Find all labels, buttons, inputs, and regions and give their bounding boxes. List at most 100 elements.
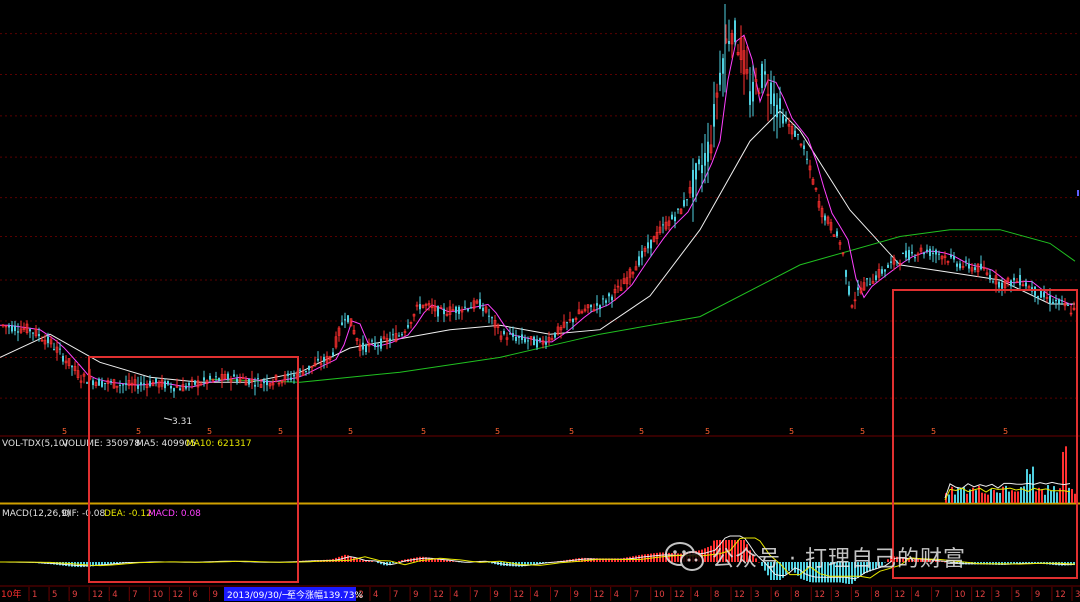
macd-histogram-bar — [65, 562, 67, 566]
event-marker[interactable]: 5 — [1003, 427, 1008, 436]
moving-average-lines — [0, 34, 1076, 388]
candle-body — [1037, 296, 1039, 298]
event-markers: 5 5 5 5 5 5 5 5 5 5 5 5 5 5 — [62, 427, 1008, 436]
macd-histogram-bar — [857, 562, 859, 579]
macd-histogram-bar — [677, 553, 679, 562]
x-tick-label: 12 — [814, 590, 825, 600]
macd-histogram-bar — [851, 562, 853, 584]
date-bar-date[interactable]: 2013/09/30/一 — [227, 591, 291, 601]
candle-body — [539, 338, 541, 341]
candle-body — [341, 322, 343, 325]
candle-body — [233, 374, 235, 377]
candle-body — [317, 358, 319, 361]
candle-body — [209, 375, 211, 380]
candle-body — [536, 339, 538, 348]
candle-body — [389, 338, 391, 342]
macd-macd-value: MACD: 0.08 — [148, 509, 201, 519]
event-marker[interactable]: 5 — [62, 427, 67, 436]
macd-histogram-bar — [878, 562, 880, 568]
candle-body — [1013, 277, 1015, 281]
macd-histogram-bar — [674, 553, 676, 562]
vol-indicator-name[interactable]: VOL-TDX(5,10) — [2, 439, 68, 449]
candle-body — [299, 369, 301, 371]
volume-bar — [1050, 490, 1052, 503]
event-marker[interactable]: 5 — [207, 427, 212, 436]
macd-indicator-name[interactable]: MACD(12,26,9) — [2, 509, 70, 519]
candle-body — [566, 322, 568, 324]
x-tick-label: 12 — [975, 590, 986, 600]
event-marker[interactable]: 5 — [705, 427, 710, 436]
x-tick-label: 8 — [794, 590, 799, 600]
event-marker[interactable]: 5 — [789, 427, 794, 436]
x-tick-label: 12 — [594, 590, 605, 600]
vol-volume-value: VOLUME: 350978 — [62, 439, 140, 449]
macd-histogram-bar — [722, 540, 724, 562]
candle-body — [293, 374, 295, 377]
candle-body — [344, 319, 346, 321]
macd-histogram-bar — [761, 562, 763, 566]
event-marker[interactable]: 5 — [136, 427, 141, 436]
stock-chart[interactable]: 5 5 5 5 5 5 5 5 5 5 5 5 5 5 3.31 VOL-TDX(5,10) VOLUME… — [0, 0, 1080, 602]
macd-dif-line — [0, 535, 1076, 580]
x-tick-label: 4 — [694, 590, 699, 600]
event-marker[interactable]: 5 — [278, 427, 283, 436]
candle-body — [887, 264, 889, 268]
candle-body — [884, 269, 886, 272]
x-tick-label: 4 — [112, 590, 117, 600]
candle-body — [518, 336, 520, 338]
candle-body — [869, 284, 871, 286]
x-tick-label: 9 — [493, 590, 498, 600]
candle-body — [764, 71, 766, 75]
candle-body — [254, 384, 256, 387]
candle-body — [722, 58, 724, 74]
macd-histogram-bar — [746, 544, 748, 562]
volume-bar — [1011, 490, 1013, 503]
volume-bar — [1023, 486, 1025, 503]
volume-bar — [990, 488, 992, 503]
event-marker[interactable]: 5 — [569, 427, 574, 436]
candle-body — [932, 253, 934, 255]
volume-bar — [981, 492, 983, 503]
macd-panel — [0, 535, 1076, 584]
macd-histogram-bar — [665, 552, 667, 562]
event-marker[interactable]: 5 — [931, 427, 936, 436]
candle-body — [686, 199, 688, 201]
event-marker[interactable]: 5 — [348, 427, 353, 436]
event-marker[interactable]: 5 — [639, 427, 644, 436]
volume-bar — [975, 490, 977, 503]
candle-body — [29, 329, 31, 332]
macd-histogram-bar — [707, 547, 709, 562]
event-marker[interactable]: 5 — [860, 427, 865, 436]
highlight-box-right — [892, 289, 1078, 579]
macd-histogram-bar — [758, 562, 760, 563]
candle-body — [770, 82, 772, 105]
macd-histogram-bar — [785, 562, 787, 575]
candle-body — [698, 159, 700, 165]
macd-histogram-bar — [641, 554, 643, 562]
candle-body — [806, 158, 808, 160]
event-marker[interactable]: 5 — [495, 427, 500, 436]
volume-bar — [1041, 489, 1043, 503]
candle-body — [734, 20, 736, 43]
candle-body — [908, 250, 910, 261]
macd-histogram-bar — [824, 562, 826, 583]
macd-histogram-bar — [644, 554, 646, 562]
candle-body — [263, 380, 265, 384]
candle-body — [707, 141, 709, 162]
candle-body — [227, 373, 229, 380]
candle-body — [674, 216, 676, 222]
candle-body — [32, 332, 34, 334]
candle-body — [1061, 300, 1063, 302]
x-tick-label: 8 — [874, 590, 879, 600]
x-tick-label: 12 — [92, 590, 103, 600]
candle-body — [464, 306, 466, 308]
x-tick-label: 4 — [453, 590, 458, 600]
candle-body — [923, 252, 925, 255]
candle-body — [332, 352, 334, 356]
macd-histogram-bar — [776, 562, 778, 580]
candle-body — [17, 331, 19, 333]
candle-body — [218, 378, 220, 381]
event-marker[interactable]: 5 — [421, 427, 426, 436]
x-tick-label: 9 — [1035, 590, 1040, 600]
candle-body — [554, 332, 556, 338]
